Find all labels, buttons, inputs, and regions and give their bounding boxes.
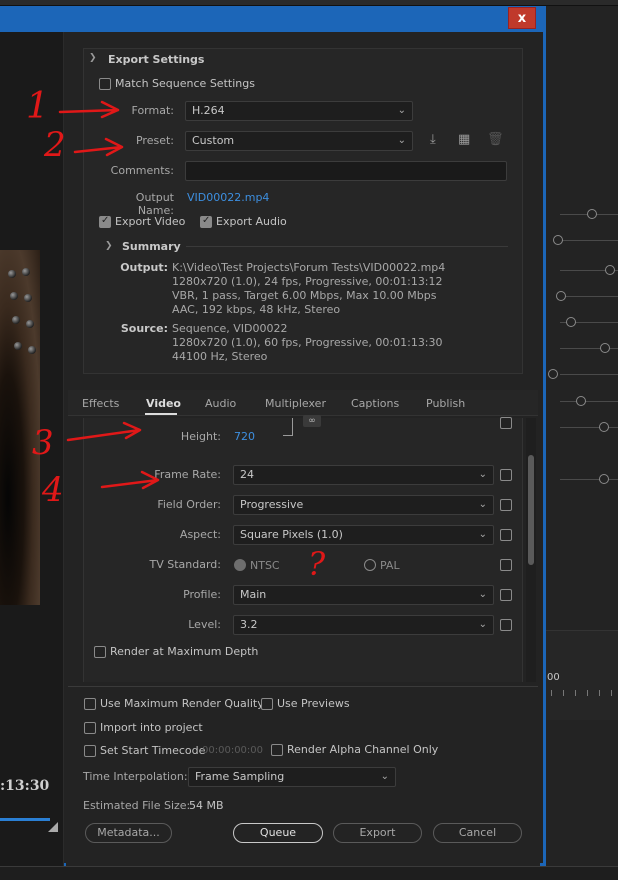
annotation-arrows: [58, 100, 160, 490]
annotation-arrow: [73, 137, 124, 157]
annotation-arrow: [100, 470, 160, 490]
annotation-arrow: [66, 421, 142, 442]
annotation-arrow: [58, 100, 120, 119]
